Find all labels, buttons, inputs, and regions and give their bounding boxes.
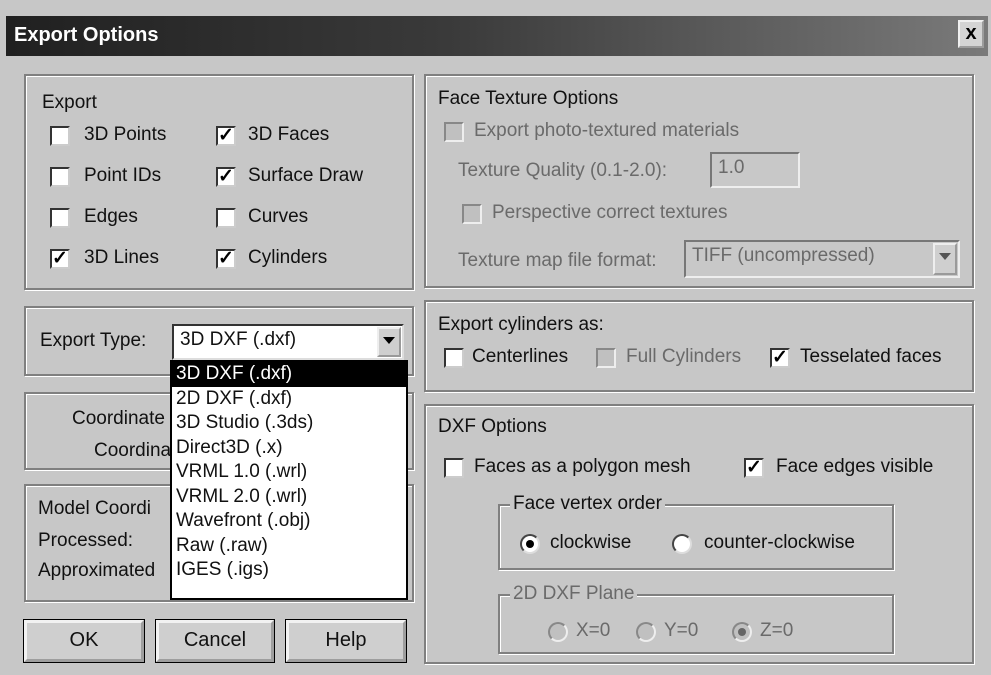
perspective-label: Perspective correct textures [492,202,728,223]
dropdown-option[interactable]: VRML 1.0 (.wrl) [172,460,406,485]
map-format-label: Texture map file format: [458,250,657,271]
approximated-label: Approximated [38,560,156,581]
z0-label: Z=0 [760,620,794,641]
clockwise-label: clockwise [550,532,632,553]
face-texture-group: Face Texture Options Export photo-textur… [424,74,974,288]
edges-visible-label: Face edges visible [776,456,934,477]
texture-quality-value: 1.0 [718,157,745,178]
radio-counter-clockwise[interactable] [672,534,692,554]
cancel-button[interactable]: Cancel [155,619,275,663]
checkbox-export-photo[interactable] [444,122,464,142]
help-button[interactable]: Help [285,619,407,663]
export-type-dropdown-list[interactable]: 3D DXF (.dxf) 2D DXF (.dxf) 3D Studio (.… [170,360,408,600]
coordinate-label-2: Coordina [94,440,172,461]
dxf-options-group: DXF Options Faces as a polygon mesh ✓ Fa… [424,404,974,664]
dxf-options-title: DXF Options [438,416,547,437]
map-format-select[interactable]: TIFF (uncompressed) [684,240,960,278]
dxf-plane-title: 2D DXF Plane [510,583,638,605]
export-type-value: 3D DXF (.dxf) [180,329,297,350]
export-cylinders-group: Export cylinders as: Centerlines Full Cy… [424,300,974,392]
checkbox-edges[interactable] [50,208,70,228]
counter-clockwise-label: counter-clockwise [704,532,855,553]
processed-label: Processed: [38,530,134,551]
checkbox-3d-lines[interactable]: ✓ [50,249,70,269]
dropdown-option[interactable]: 3D Studio (.3ds) [172,411,406,436]
vertex-order-group: Face vertex order clockwise counter-cloc… [498,493,894,570]
dxf-plane-group: 2D DXF Plane X=0 Y=0 Z=0 [498,583,894,654]
centerlines-label: Centerlines [472,346,569,367]
chevron-down-icon [383,337,395,344]
checkbox-3d-points[interactable] [50,126,70,146]
checkbox-3d-faces-label: 3D Faces [248,124,330,145]
y0-label: Y=0 [664,620,699,641]
map-format-value: TIFF (uncompressed) [692,245,875,266]
export-cylinders-title: Export cylinders as: [438,314,604,335]
dropdown-option[interactable]: VRML 2.0 (.wrl) [172,485,406,510]
checkbox-cylinders[interactable]: ✓ [216,249,236,269]
map-format-dropdown-button[interactable] [933,243,957,275]
window-title: Export Options [14,24,159,46]
checkbox-curves-label: Curves [248,206,309,227]
dropdown-option[interactable]: 3D DXF (.dxf) [172,362,406,387]
radio-clockwise[interactable] [520,534,540,554]
title-bar: Export Options x [6,16,988,56]
dropdown-option[interactable]: Wavefront (.obj) [172,509,406,534]
export-group-label: Export [42,92,97,113]
checkbox-3d-lines-label: 3D Lines [84,247,159,268]
checkbox-surface-draw-label: Surface Draw [248,165,364,186]
checkbox-full-cylinders[interactable] [596,348,616,368]
radio-selected-dot [526,540,534,548]
checkbox-point-ids[interactable] [50,167,70,187]
chevron-down-icon [939,253,951,260]
checkbox-perspective[interactable] [462,204,482,224]
export-group: Export 3D Points Point IDs Edges ✓ 3D Li… [24,74,414,290]
radio-x0[interactable] [548,622,568,642]
tesselated-label: Tesselated faces [800,346,942,367]
checkbox-cylinders-label: Cylinders [248,247,328,268]
texture-quality-input[interactable]: 1.0 [710,152,800,188]
x0-label: X=0 [576,620,611,641]
checkbox-3d-points-label: 3D Points [84,124,167,145]
dropdown-option[interactable]: 2D DXF (.dxf) [172,387,406,412]
model-coordinates-title: Model Coordi [38,498,151,519]
export-type-label: Export Type: [40,330,147,351]
checkbox-3d-faces[interactable]: ✓ [216,126,236,146]
export-photo-label: Export photo-textured materials [474,120,740,141]
checkbox-polygon-mesh[interactable] [444,458,464,478]
checkbox-centerlines[interactable] [444,348,464,368]
vertex-order-title: Face vertex order [510,493,665,515]
checkbox-curves[interactable] [216,208,236,228]
full-cylinders-label: Full Cylinders [626,346,742,367]
texture-quality-label: Texture Quality (0.1-2.0): [458,160,668,181]
ok-button[interactable]: OK [23,619,145,663]
radio-selected-dot [738,628,746,636]
close-button[interactable]: x [958,20,984,48]
coordinate-label-1: Coordinate [72,408,165,429]
polygon-mesh-label: Faces as a polygon mesh [474,456,691,477]
checkbox-edges-label: Edges [84,206,138,227]
dropdown-option[interactable]: IGES (.igs) [172,558,406,583]
export-type-dropdown-button[interactable] [377,327,401,357]
close-icon: x [965,22,977,44]
dropdown-option[interactable]: Direct3D (.x) [172,436,406,461]
radio-z0[interactable] [732,622,752,642]
dropdown-option[interactable]: Raw (.raw) [172,534,406,559]
checkbox-surface-draw[interactable]: ✓ [216,167,236,187]
radio-y0[interactable] [636,622,656,642]
export-type-select[interactable]: 3D DXF (.dxf) [172,324,404,360]
face-texture-title: Face Texture Options [438,88,619,109]
checkbox-edges-visible[interactable]: ✓ [744,458,764,478]
checkbox-tesselated[interactable]: ✓ [770,348,790,368]
checkbox-point-ids-label: Point IDs [84,165,162,186]
